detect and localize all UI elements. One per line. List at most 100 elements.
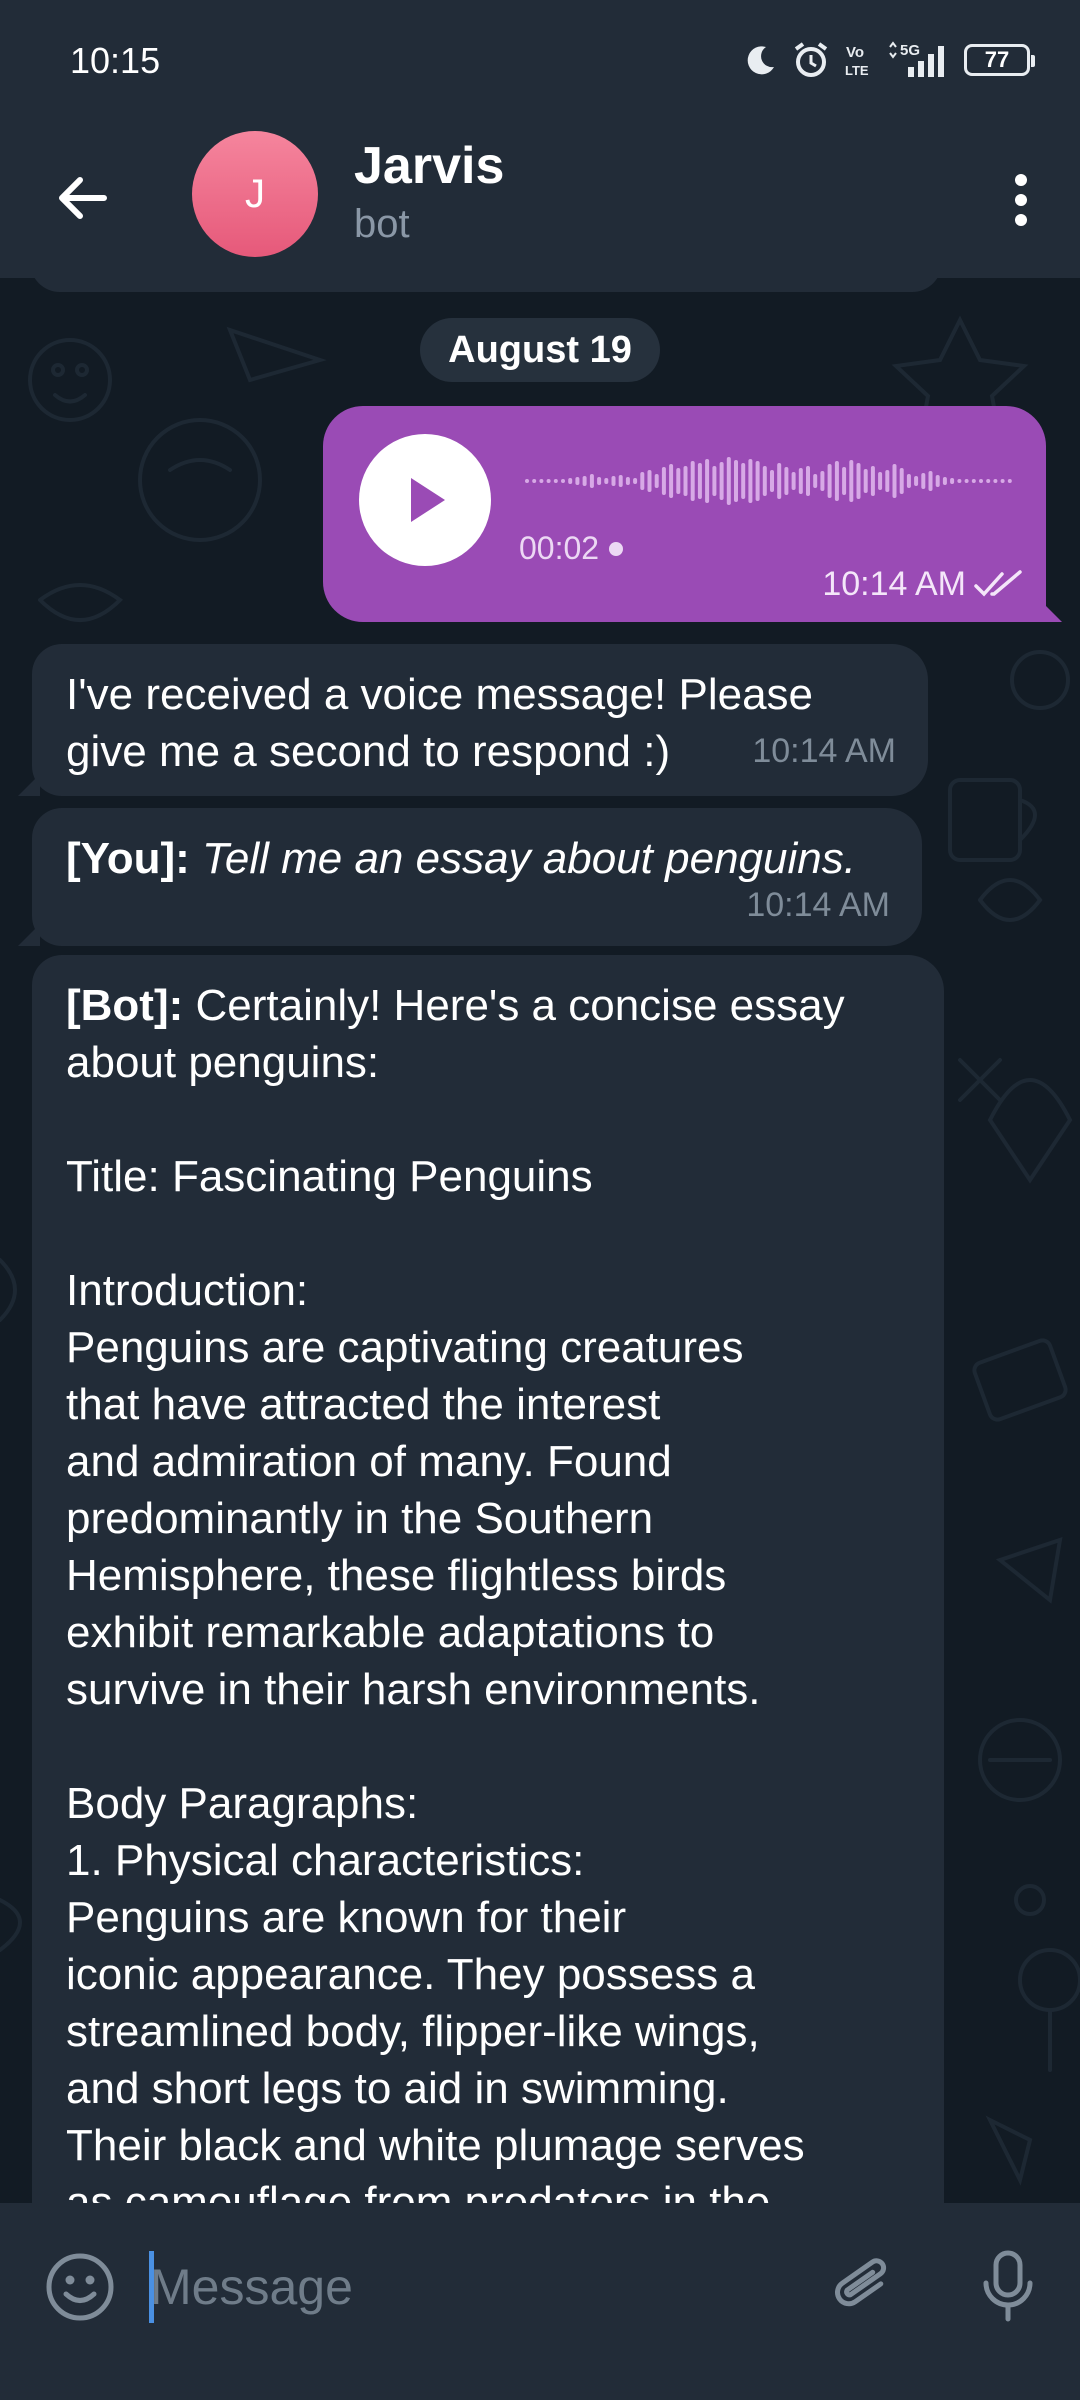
waveform-bar [546,479,551,483]
waveform-bar [1007,479,1012,483]
waveform-bar [633,478,638,484]
waveform-bar [525,479,529,483]
waveform-bar [712,466,717,496]
message-line: Introduction: [66,1266,309,1315]
unplayed-dot [609,541,624,556]
message-prefix: [You]: [66,834,190,883]
waveform-bar [870,466,875,496]
message-time: 10:14 AM [822,565,966,603]
more-options-button[interactable] [988,158,1054,242]
voice-message-bubble[interactable]: 00:02 10:14 AM [323,406,1046,622]
waveform-bar [532,479,537,483]
waveform-bar [806,466,810,496]
svg-text:5G: 5G [900,42,920,59]
incoming-message-bubble[interactable]: [Bot]: Certainly! Here's a concise essay… [32,955,944,2355]
message-prefix: [Bot]: [66,981,184,1030]
voice-record-button[interactable] [968,2243,1048,2331]
more-vertical-icon [1015,174,1027,226]
waveform-bar [611,476,616,486]
waveform-bar [561,479,565,483]
waveform-bar [863,469,868,493]
waveform-bar [849,460,854,502]
waveform-bar [971,479,976,483]
waveform-bar [928,471,933,491]
volte-icon: Vo LTE [845,44,869,78]
signal-5g-icon: 5G [889,41,944,77]
waveform-bar [770,470,774,492]
waveform-bar [604,478,609,484]
message-line: streamlined body, flipper-like wings, [66,2007,760,2056]
waveform-bar [906,474,911,488]
message-line: that have attracted the interest [66,1380,661,1429]
message-line: 1. Physical characteristics: [66,1836,585,1885]
waveform-bar [618,475,623,487]
waveform-bar [741,463,746,499]
waveform-bar [950,478,955,484]
svg-text:LTE: LTE [845,63,869,78]
voice-waveform[interactable] [525,450,1015,512]
microphone-icon [983,2250,1033,2322]
message-italic-text: Tell me an essay about penguins. [202,834,856,883]
waveform-bar [935,475,940,487]
play-button[interactable] [359,434,491,566]
waveform-bar [842,467,847,495]
waveform-bar [834,461,839,501]
back-button[interactable] [40,156,124,240]
waveform-bar [755,461,760,501]
message-line: Body Paragraphs: [66,1779,419,1828]
double-check-icon [974,570,1022,597]
chat-title[interactable]: Jarvis [354,136,504,196]
waveform-bar [784,467,789,495]
waveform-bar [625,477,630,485]
incoming-message-bubble[interactable]: I've received a voice message! Please gi… [32,644,928,796]
waveform-bar [575,477,580,485]
waveform-bar [597,477,602,485]
message-line: Their black and white plumage serves [66,2121,805,2170]
status-icons: Vo LTE 5G 77 [744,38,1035,82]
waveform-bar [661,467,666,495]
waveform-bar [914,476,919,486]
waveform-bar [986,479,991,483]
waveform-bar [791,472,796,490]
message-input[interactable] [150,2247,790,2327]
essay-text: [Bot]: Certainly! Here's a concise essay… [66,977,910,2231]
message-line: iconic appearance. They possess a [66,1950,755,1999]
message-line: and admiration of many. Found [66,1437,672,1486]
avatar[interactable]: J [192,131,318,257]
emoji-button[interactable] [40,2247,120,2327]
message-line: Penguins are known for their [66,1893,627,1942]
moon-icon [747,46,774,75]
incoming-message-bubble[interactable]: [You]: Tell me an essay about penguins. … [32,808,922,946]
play-icon [411,478,445,522]
waveform-bar [798,468,803,494]
message-line: survive in their harsh environments. [66,1665,761,1714]
waveform-bar [813,474,818,488]
waveform-bar [856,463,861,499]
waveform-bar [719,462,724,500]
svg-text:Vo: Vo [846,44,864,61]
waveform-bar [553,479,558,483]
chat-subtitle: bot [354,202,410,246]
waveform-bar [892,464,897,498]
waveform-bar [683,466,688,496]
waveform-bar [654,474,659,488]
waveform-bar [957,479,962,483]
waveform-bar [697,463,702,499]
waveform-bar [582,476,587,486]
status-bar: 10:15 Vo LTE 5G 77 [0,0,1080,118]
status-time: 10:15 [70,40,161,81]
waveform-bar [539,479,544,483]
message-line: and short legs to aid in swimming. [66,2064,729,2113]
attach-button[interactable] [824,2247,904,2327]
message-line: I've received a voice message! Please [66,670,814,719]
waveform-bar [734,460,738,502]
waveform-bar [589,474,594,488]
waveform-bar [777,463,782,499]
message-line-text: Certainly! Here's a concise essay [183,981,845,1030]
message-composer [0,2203,1080,2400]
message-line: Title: Fascinating Penguins [66,1152,593,1201]
message-line: exhibit remarkable adaptations to [66,1608,715,1657]
waveform-bar [921,473,926,489]
